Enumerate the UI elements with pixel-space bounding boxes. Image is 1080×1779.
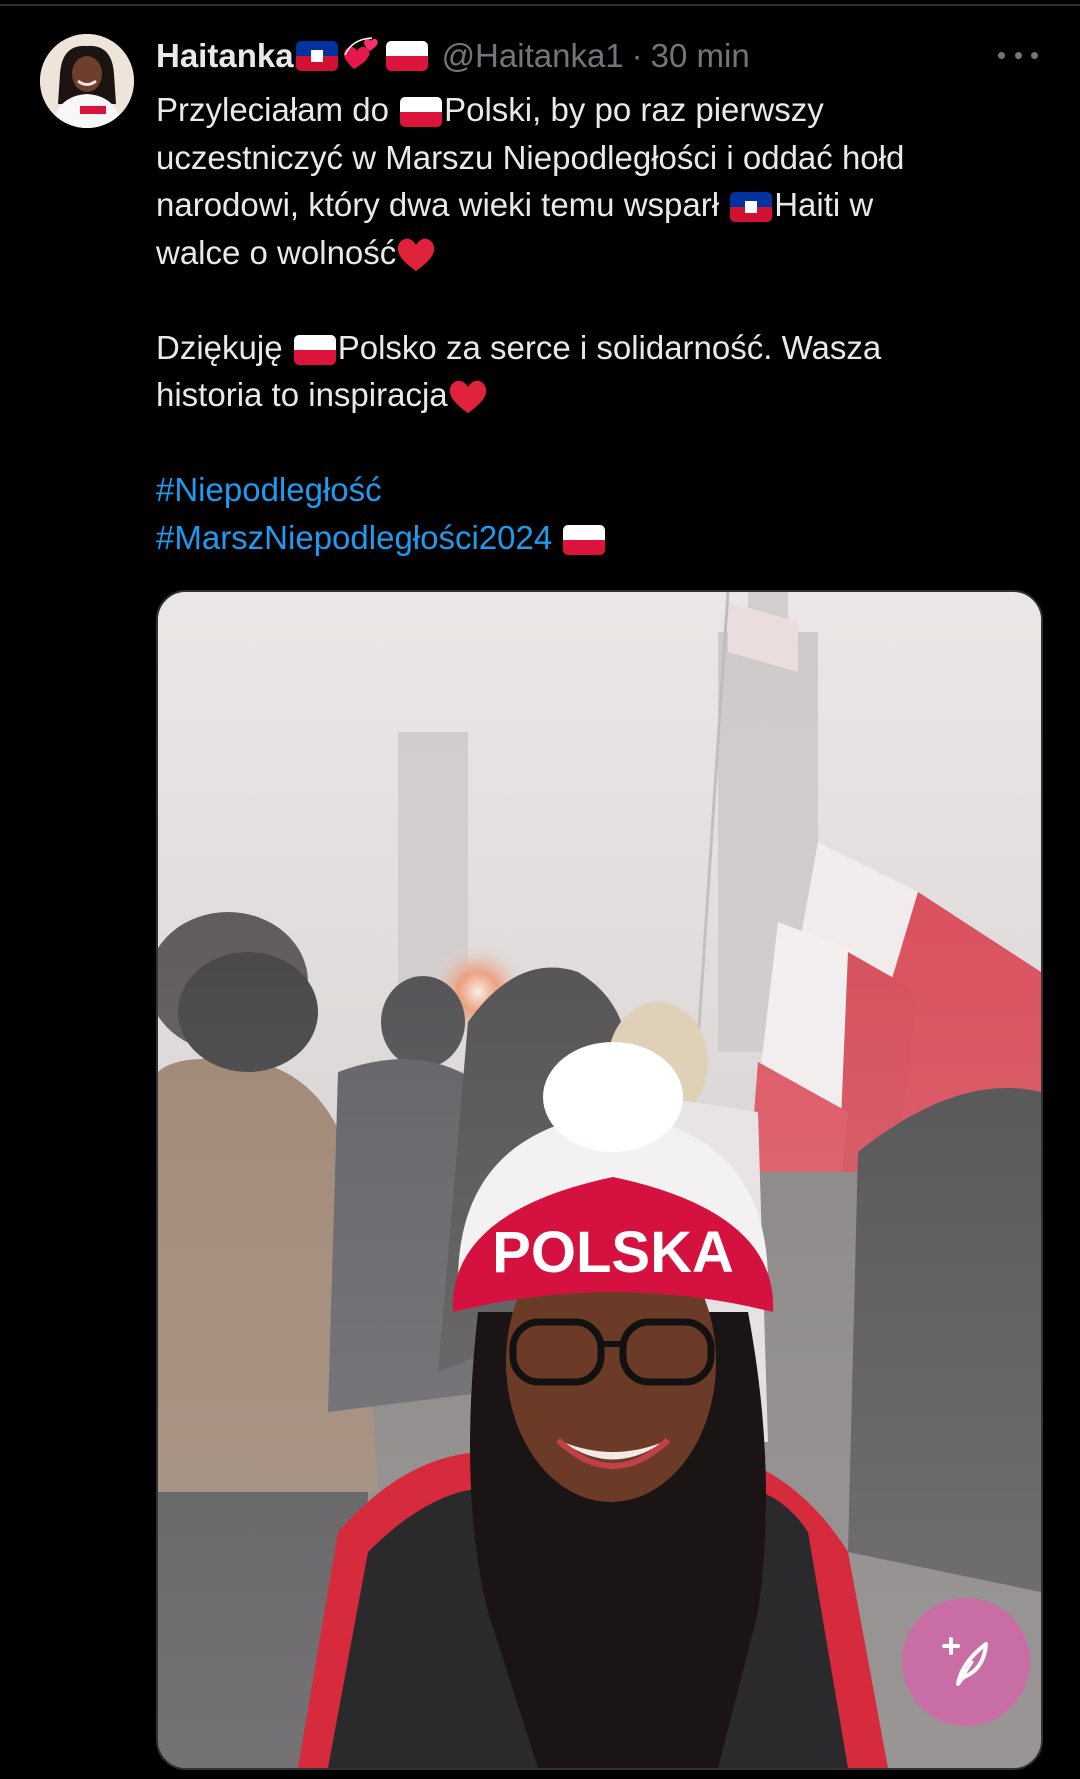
text-segment: Polsko za serce i solidarność. Wasza	[337, 328, 882, 366]
tweet-line: narodowi, który dwa wieki temu wsparł Ha…	[156, 181, 1036, 229]
text-segment: walce o wolność	[156, 233, 397, 271]
poland-flag-icon	[385, 41, 428, 71]
tweet-line: #MarszNiepodległości2024	[156, 514, 1036, 562]
separator-dot: ·	[631, 37, 643, 74]
hashtag-link[interactable]: #MarszNiepodległości2024	[156, 519, 552, 556]
tweet-line: Przyleciałam do Polski, by po raz pierws…	[156, 86, 1036, 134]
hat-text: POLSKA	[492, 1220, 734, 1285]
tweet-line: uczestniczyć w Marszu Niepodległości i o…	[156, 134, 1036, 182]
tweet-text: Przyleciałam do Polski, by po raz pierws…	[156, 86, 1036, 561]
text-segment: Dziękuję	[156, 328, 292, 366]
haiti-flag-icon	[730, 192, 773, 223]
more-options-icon[interactable]	[998, 40, 1038, 70]
haiti-flag-icon	[295, 41, 338, 71]
user-handle[interactable]: @Haitanka1	[442, 37, 624, 75]
tweet-line: #Niepodległość	[156, 466, 1036, 514]
tweet-photo[interactable]: POLSKA	[156, 590, 1043, 1770]
red-heart-icon	[448, 379, 488, 415]
compose-post-icon	[942, 1637, 988, 1686]
tweet-header: Haitanka @Haitanka1 · 30 min	[156, 34, 1036, 78]
tweet-line: Dziękuję Polsko za serce i solidarność. …	[156, 324, 1036, 372]
more-dot	[1031, 51, 1038, 59]
text-segment: Polski, by po raz pierwszy	[444, 91, 824, 128]
tweet-line: historia to inspiracja	[156, 371, 1036, 419]
poland-flag-icon	[400, 97, 443, 128]
compose-post-button[interactable]	[902, 1598, 1030, 1726]
text-segment: Przyleciałam do	[156, 91, 399, 128]
more-dot	[998, 51, 1005, 59]
tweet[interactable]: Haitanka @Haitanka1 · 30 min Przyleciała…	[0, 0, 1080, 1779]
red-heart-icon	[396, 237, 436, 273]
tweet-line: walce o wolność	[156, 229, 1036, 277]
display-name[interactable]: Haitanka	[156, 37, 294, 75]
timestamp[interactable]: 30 min	[651, 37, 750, 75]
text-segment: narodowi, który dwa wieki temu wsparł	[156, 186, 729, 223]
text-segment: historia to inspiracja	[156, 376, 448, 413]
poland-flag-icon	[293, 334, 336, 365]
hashtag-link[interactable]: #Niepodległość	[156, 471, 382, 508]
photo-illustration: POLSKA	[158, 592, 1041, 1768]
text-segment: uczestniczyć w Marszu Niepodległości i o…	[156, 138, 905, 176]
avatar[interactable]	[40, 34, 134, 128]
poland-flag-icon	[563, 524, 606, 555]
text-segment: Haiti w	[774, 186, 874, 223]
revolving-hearts-icon	[342, 33, 382, 79]
more-dot	[1014, 51, 1022, 59]
